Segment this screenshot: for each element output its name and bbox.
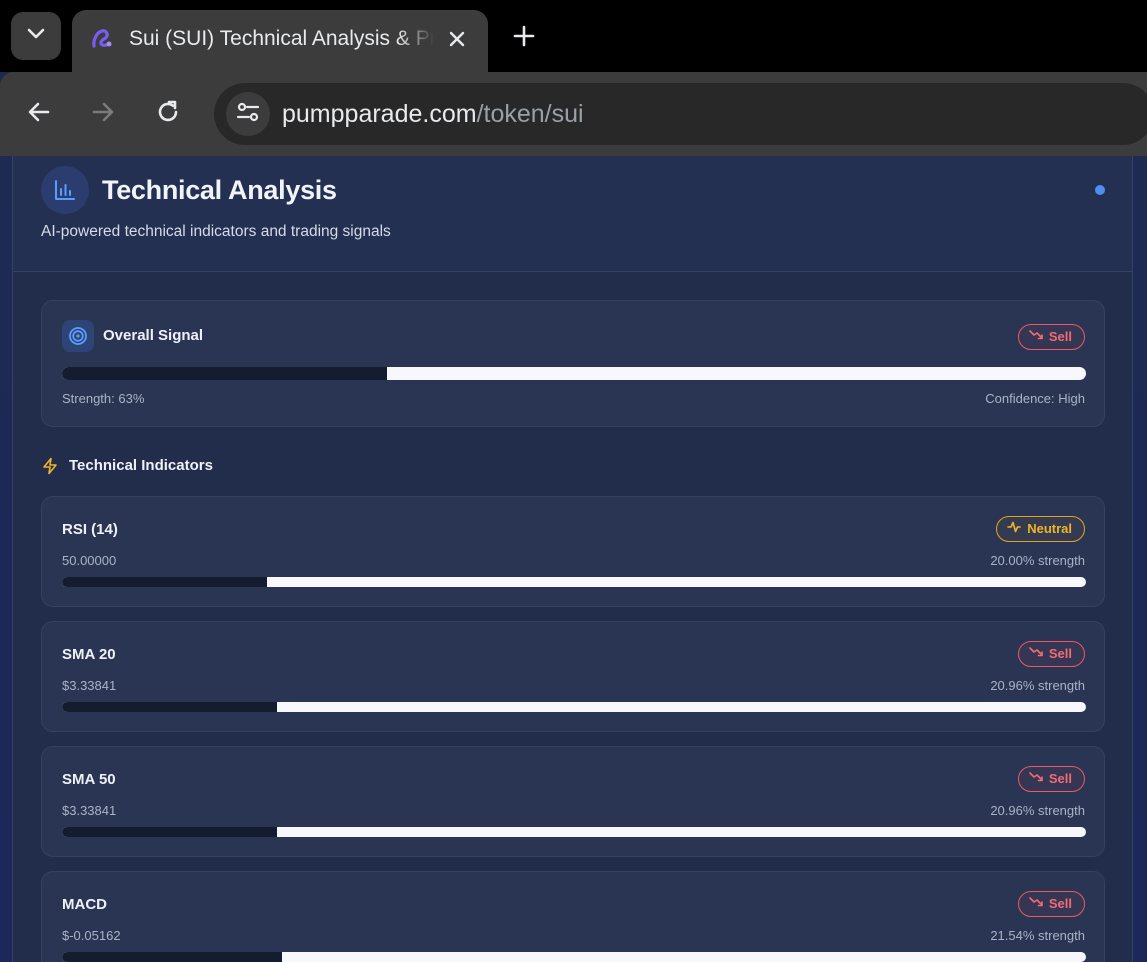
lightning-icon [41, 457, 59, 475]
indicator-name: MACD [62, 896, 107, 913]
page-subtitle: AI-powered technical indicators and trad… [41, 223, 391, 240]
overall-signal-bar [62, 367, 1086, 380]
plus-icon [513, 25, 535, 52]
chevron-down-icon [27, 27, 45, 45]
indicator-strength: 21.54% strength [990, 928, 1085, 943]
trending-down-icon [1029, 892, 1043, 916]
indicator-card: MACD Sell $-0.05162 21.54% strength [41, 871, 1105, 962]
activity-icon [1007, 517, 1022, 541]
indicator-card: SMA 50 Sell $3.33841 20.96% strength [41, 746, 1105, 857]
browser-tab[interactable]: Sui (SUI) Technical Analysis & Price Pre… [72, 10, 488, 72]
indicator-value: 50.00000 [62, 553, 117, 568]
indicator-strength-bar-fill [62, 702, 278, 712]
trending-down-icon [1029, 642, 1043, 666]
url-domain: pumpparade.com [282, 100, 477, 128]
trending-down-icon [1029, 325, 1043, 349]
tune-icon [235, 101, 261, 128]
indicator-signal-badge: Sell [1017, 766, 1085, 792]
reload-icon [155, 99, 181, 130]
indicator-strength-bar [62, 577, 1086, 587]
indicator-strength-bar-fill [62, 952, 283, 962]
indicator-card: SMA 20 Sell $3.33841 20.96% strength [41, 621, 1105, 732]
close-icon[interactable] [442, 24, 472, 54]
address-bar[interactable]: pumpparade.com/token/sui [214, 83, 1147, 145]
indicator-strength-bar-fill [62, 577, 267, 587]
reload-button[interactable] [148, 94, 188, 134]
technical-indicators-heading: Technical Indicators [69, 457, 213, 474]
tab-strip: Sui (SUI) Technical Analysis & Price Pre… [0, 0, 1147, 72]
overall-signal-label: Sell [1048, 329, 1072, 344]
page-viewport: Technical Analysis AI-powered technical … [0, 156, 1147, 962]
indicator-name: SMA 20 [62, 646, 116, 663]
arrow-left-icon [26, 99, 52, 130]
strength-label: Strength: 63% [62, 391, 145, 406]
indicator-value: $-0.05162 [62, 928, 121, 943]
tab-title: Sui (SUI) Technical Analysis & Price Pre… [129, 27, 434, 50]
indicator-signal-badge: Neutral [996, 516, 1085, 542]
trending-down-icon [1029, 767, 1043, 791]
indicator-signal-label: Neutral [1027, 521, 1072, 536]
indicator-strength-bar [62, 952, 1086, 962]
overall-signal-card: Overall Signal Sell Strength: 63% Confid… [41, 300, 1105, 427]
url-path: /token/sui [476, 100, 584, 128]
indicator-name: RSI (14) [62, 521, 118, 538]
indicator-strength: 20.96% strength [990, 678, 1085, 693]
forward-button[interactable] [83, 94, 123, 134]
url-text: pumpparade.com/token/sui [282, 100, 584, 128]
panel-header: Technical Analysis AI-powered technical … [13, 156, 1132, 272]
indicator-value: $3.33841 [62, 803, 117, 818]
site-favicon-icon [89, 26, 115, 52]
indicator-signal-label: Sell [1048, 896, 1072, 911]
indicator-strength: 20.00% strength [990, 553, 1085, 568]
indicator-strength-bar-fill [62, 827, 278, 837]
target-icon [62, 320, 94, 352]
page-title: Technical Analysis [102, 175, 337, 205]
indicator-signal-badge: Sell [1017, 641, 1085, 667]
overall-signal-badge: Sell [1017, 324, 1085, 350]
indicator-name: SMA 50 [62, 771, 116, 788]
site-info-button[interactable] [226, 92, 270, 136]
technical-analysis-panel: Technical Analysis AI-powered technical … [12, 156, 1133, 962]
back-button[interactable] [19, 94, 59, 134]
indicator-value: $3.33841 [62, 678, 117, 693]
new-tab-button[interactable] [506, 20, 542, 56]
indicator-strength-bar [62, 827, 1086, 837]
indicator-strength: 20.96% strength [990, 803, 1085, 818]
indicator-signal-label: Sell [1048, 646, 1072, 661]
overall-signal-title: Overall Signal [103, 327, 204, 344]
overall-signal-bar-fill [62, 367, 387, 380]
indicator-strength-bar [62, 702, 1086, 712]
tab-search-button[interactable] [11, 12, 61, 60]
confidence-label: Confidence: High [985, 391, 1085, 406]
indicator-signal-label: Sell [1048, 771, 1072, 786]
arrow-right-icon [90, 99, 116, 130]
browser-toolbar: pumpparade.com/token/sui [0, 72, 1147, 156]
bar-chart-icon [41, 166, 89, 214]
indicator-signal-badge: Sell [1017, 891, 1085, 917]
live-status-dot [1095, 185, 1105, 195]
indicator-card: RSI (14) Neutral 50.00000 20.00% strength [41, 496, 1105, 607]
